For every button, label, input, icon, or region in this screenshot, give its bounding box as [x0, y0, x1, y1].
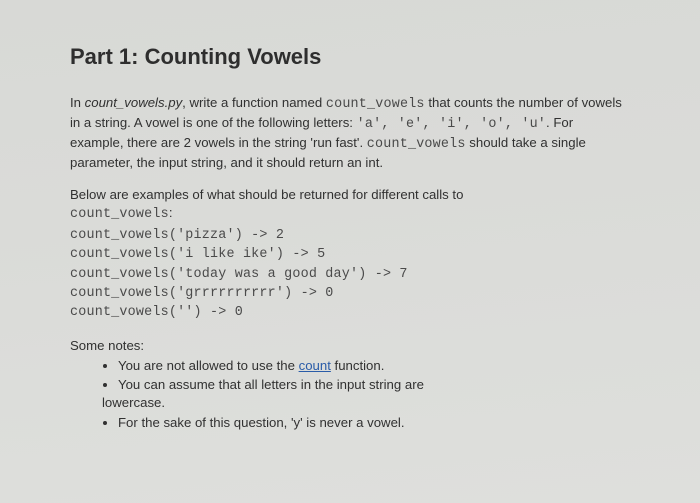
notes-list: You are not allowed to use the count fun…	[70, 357, 630, 394]
list-item-continuation: lowercase.	[102, 394, 630, 412]
text: Below are examples of what should be ret…	[70, 187, 463, 202]
text: You can assume that all letters in the i…	[118, 377, 424, 392]
list-item: For the sake of this question, 'y' is ne…	[118, 414, 630, 432]
text: You are not allowed to use the	[118, 358, 299, 373]
list-item: You can assume that all letters in the i…	[118, 376, 630, 394]
intro-paragraph: In count_vowels.py, write a function nam…	[70, 94, 630, 172]
content-area: Part 1: Counting Vowels In count_vowels.…	[22, 18, 678, 481]
code-letters: 'a', 'e', 'i', 'o', 'u'	[357, 117, 546, 132]
document-page: Part 1: Counting Vowels In count_vowels.…	[0, 0, 700, 503]
notes-heading: Some notes:	[70, 337, 630, 355]
text: , write a function named	[182, 95, 326, 110]
text: function.	[331, 358, 385, 373]
text: In	[70, 95, 85, 110]
notes-section: Some notes: You are not allowed to use t…	[70, 337, 630, 432]
page-title: Part 1: Counting Vowels	[70, 42, 630, 72]
notes-list: For the sake of this question, 'y' is ne…	[70, 414, 630, 432]
examples-intro: Below are examples of what should be ret…	[70, 186, 630, 224]
code-identifier: count_vowels	[326, 97, 425, 112]
code-identifier: count_vowels	[367, 137, 466, 152]
code-examples: count_vowels('pizza') -> 2 count_vowels(…	[70, 226, 630, 323]
count-link[interactable]: count	[299, 358, 331, 373]
text: For the sake of this question, 'y' is ne…	[118, 415, 405, 430]
code-identifier: count_vowels	[70, 207, 169, 222]
filename: count_vowels.py	[85, 95, 183, 110]
text: :	[169, 205, 173, 220]
list-item: You are not allowed to use the count fun…	[118, 357, 630, 375]
